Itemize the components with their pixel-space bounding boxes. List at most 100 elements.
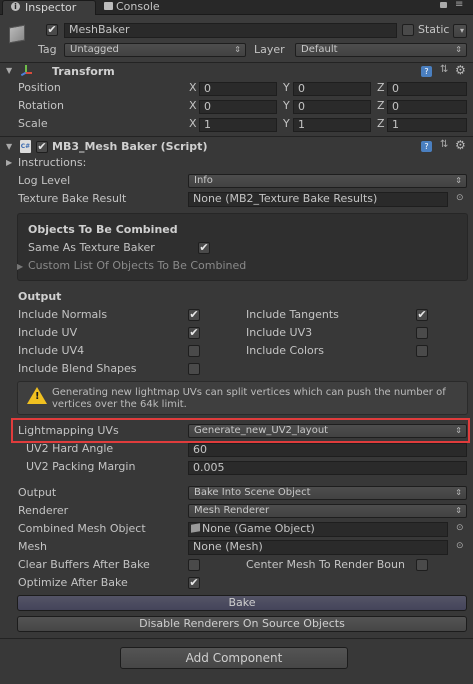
include-tangents-checkbox[interactable]: ✔: [416, 309, 428, 321]
layer-value: Default: [301, 44, 338, 55]
axis-y-label[interactable]: Y: [283, 99, 290, 112]
instructions-foldout[interactable]: Instructions:: [18, 156, 86, 169]
clear-buffers-checkbox[interactable]: [188, 559, 200, 571]
tab-inspector[interactable]: i Inspector: [2, 0, 96, 15]
rotation-label: Rotation: [18, 99, 65, 112]
object-picker-icon[interactable]: ⊙: [456, 523, 464, 533]
warning-text: Generating new lightmap UVs can split ve…: [52, 387, 446, 410]
axis-y-label[interactable]: Y: [283, 117, 290, 130]
rotation-z-field[interactable]: 0: [387, 100, 467, 114]
tag-dropdown[interactable]: Untagged ⇕: [64, 43, 246, 57]
uv2-angle-field[interactable]: 60: [188, 443, 467, 457]
help-icon[interactable]: ?: [421, 141, 432, 152]
include-colors-label: Include Colors: [246, 344, 324, 357]
position-y-field[interactable]: 0: [293, 82, 371, 96]
foldout-arrow-icon[interactable]: ▶: [17, 262, 23, 271]
updown-arrow-icon: ⇕: [455, 45, 462, 54]
scale-z-field[interactable]: 1: [387, 118, 467, 132]
gear-icon[interactable]: ⚙: [455, 138, 466, 152]
axis-z-label[interactable]: Z: [377, 117, 385, 130]
layer-dropdown[interactable]: Default ⇕: [295, 43, 467, 57]
bake-button[interactable]: Bake: [17, 595, 467, 611]
tab-console-label: Console: [116, 0, 160, 13]
include-uv-checkbox[interactable]: ✔: [188, 327, 200, 339]
lock-icon[interactable]: [440, 2, 447, 8]
gameobject-cube-icon: [9, 24, 25, 44]
custom-list-foldout[interactable]: Custom List Of Objects To Be Combined: [28, 259, 246, 272]
updown-arrow-icon: ⇕: [455, 506, 462, 515]
chevron-down-icon: ▾: [459, 26, 464, 35]
lightmapping-dropdown[interactable]: Generate_new_UV2_layout ⇕: [188, 424, 467, 438]
gameobject-active-toggle[interactable]: ✔: [46, 24, 58, 36]
script-file-icon: C#: [20, 140, 31, 153]
help-icon[interactable]: ?: [421, 66, 432, 77]
presets-icon[interactable]: ⇅: [440, 139, 448, 150]
combined-mesh-field[interactable]: None (Game Object): [188, 522, 448, 537]
include-uv4-checkbox[interactable]: [188, 345, 200, 357]
gameobject-name-field[interactable]: MeshBaker: [64, 23, 397, 38]
include-uv-label: Include UV: [18, 326, 78, 339]
presets-icon[interactable]: ⇅: [440, 64, 448, 75]
script-title: MB3_Mesh Baker (Script): [52, 140, 208, 153]
combined-mesh-label: Combined Mesh Object: [18, 522, 146, 535]
foldout-arrow-icon[interactable]: ▼: [6, 66, 12, 75]
uv2-margin-field[interactable]: 0.005: [188, 461, 467, 475]
scale-y-field[interactable]: 1: [293, 118, 371, 132]
axis-x-label[interactable]: X: [189, 117, 197, 130]
center-mesh-label: Center Mesh To Render Boun: [246, 558, 405, 571]
static-dropdown[interactable]: ▾: [453, 24, 467, 38]
mesh-field[interactable]: None (Mesh): [188, 540, 448, 555]
output-label: Output: [18, 486, 57, 499]
rotation-x-field[interactable]: 0: [199, 100, 277, 114]
include-uv3-checkbox[interactable]: [416, 327, 428, 339]
center-mesh-checkbox[interactable]: [416, 559, 428, 571]
include-tangents-label: Include Tangents: [246, 308, 339, 321]
position-z-field[interactable]: 0: [387, 82, 467, 96]
objects-title: Objects To Be Combined: [28, 223, 178, 236]
uv2-angle-label: UV2 Hard Angle: [26, 442, 114, 455]
add-component-button[interactable]: Add Component: [120, 647, 348, 669]
renderer-dropdown[interactable]: Mesh Renderer ⇕: [188, 504, 467, 518]
texture-bake-field[interactable]: None (MB2_Texture Bake Results): [188, 192, 448, 207]
console-icon: [104, 2, 113, 10]
include-normals-checkbox[interactable]: ✔: [188, 309, 200, 321]
axis-z-label[interactable]: Z: [377, 99, 385, 112]
rotation-y-field[interactable]: 0: [293, 100, 371, 114]
gear-icon[interactable]: ⚙: [455, 63, 466, 77]
scale-label: Scale: [18, 117, 48, 130]
include-uv4-label: Include UV4: [18, 344, 85, 357]
optimize-checkbox[interactable]: ✔: [188, 577, 200, 589]
tab-menu-icon[interactable]: ≡: [455, 0, 463, 10]
lightmapping-value: Generate_new_UV2_layout: [194, 425, 329, 436]
foldout-arrow-icon[interactable]: ▼: [6, 142, 12, 151]
include-colors-checkbox[interactable]: [416, 345, 428, 357]
transform-axes-icon: [20, 65, 32, 77]
output-dropdown[interactable]: Bake Into Scene Object ⇕: [188, 486, 467, 500]
disable-renderers-button[interactable]: Disable Renderers On Source Objects: [17, 616, 467, 632]
axis-y-label[interactable]: Y: [283, 81, 290, 94]
object-picker-icon[interactable]: ⊙: [456, 541, 464, 551]
tag-value: Untagged: [70, 44, 119, 55]
tag-label: Tag: [38, 43, 57, 56]
include-normals-label: Include Normals: [18, 308, 108, 321]
tab-console[interactable]: Console: [98, 0, 180, 14]
axis-x-label[interactable]: X: [189, 81, 197, 94]
static-label: Static: [418, 23, 450, 36]
axis-x-label[interactable]: X: [189, 99, 197, 112]
combined-mesh-value: None (Game Object): [202, 522, 315, 535]
static-toggle[interactable]: [402, 24, 414, 36]
log-level-dropdown[interactable]: Info ⇕: [188, 174, 467, 188]
info-icon: i: [11, 2, 20, 11]
script-enabled-toggle[interactable]: ✔: [36, 141, 48, 153]
same-as-checkbox[interactable]: ✔: [198, 242, 210, 254]
axis-z-label[interactable]: Z: [377, 81, 385, 94]
object-picker-icon[interactable]: ⊙: [456, 193, 464, 203]
log-level-value: Info: [194, 175, 213, 186]
include-blend-shapes-checkbox[interactable]: [188, 363, 200, 375]
log-level-label: Log Level: [18, 174, 71, 187]
include-blend-shapes-label: Include Blend Shapes: [18, 362, 137, 375]
foldout-arrow-icon[interactable]: ▶: [6, 158, 12, 167]
scale-x-field[interactable]: 1: [199, 118, 277, 132]
position-x-field[interactable]: 0: [199, 82, 277, 96]
same-as-label: Same As Texture Baker: [28, 241, 155, 254]
